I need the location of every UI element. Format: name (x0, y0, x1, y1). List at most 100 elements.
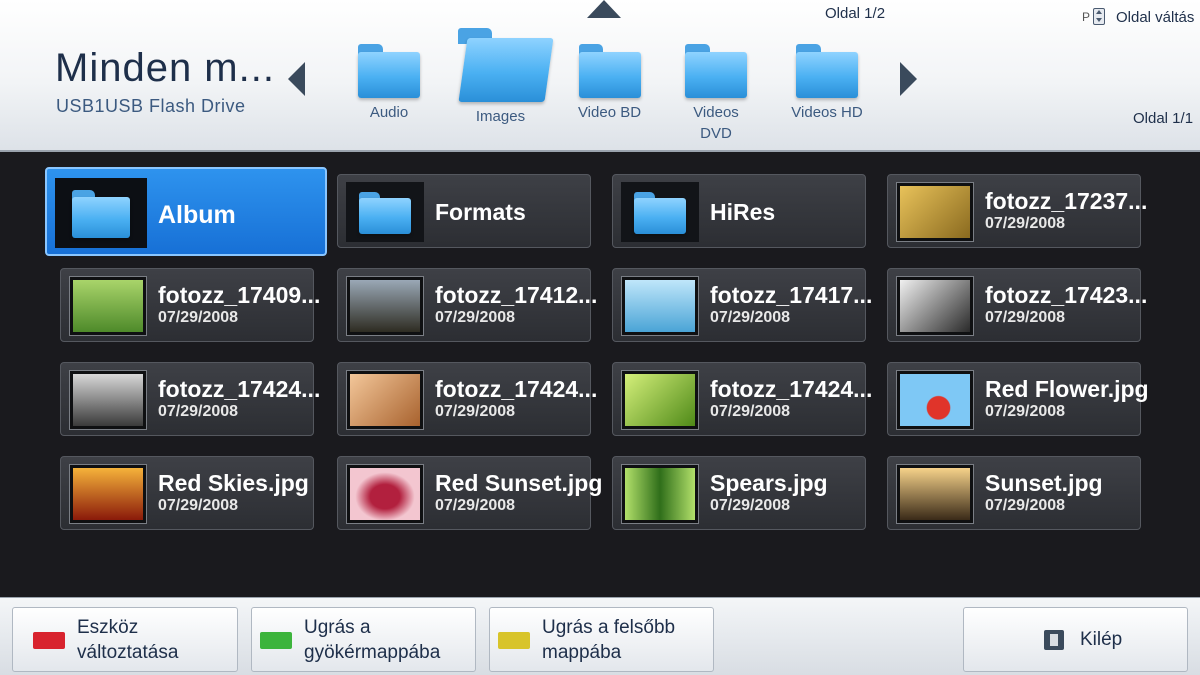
folder-open-icon (457, 28, 554, 102)
image-thumbnail (621, 370, 699, 430)
image-thumbnail (346, 276, 424, 336)
page-indicator-right: Oldal 1/1 (1133, 110, 1194, 127)
item-name: HiRes (710, 199, 776, 225)
category-label: Videos HD (791, 104, 863, 121)
green-key-icon (260, 632, 292, 649)
page-key-icon (1093, 8, 1105, 25)
item-date: 07/29/2008 (158, 497, 239, 514)
button-label: Ugrás a felsőbb mappába (542, 616, 676, 663)
category-videos-dvd[interactable]: Videos DVD (680, 44, 752, 144)
grid-item-image[interactable]: fotozz_17423... 07/29/2008 (887, 268, 1147, 342)
image-thumbnail (621, 464, 699, 524)
item-date: 07/29/2008 (985, 309, 1066, 326)
page-key-label: P (1082, 10, 1091, 24)
page-title: Minden m... (55, 46, 275, 90)
item-date: 07/29/2008 (985, 497, 1066, 514)
image-thumbnail (896, 464, 974, 524)
item-name: fotozz_17424... (158, 376, 321, 402)
button-label: Eszköz változtatása (77, 616, 179, 663)
grid-item-image[interactable]: Red Flower.jpg 07/29/2008 (887, 362, 1149, 436)
button-label: Ugrás a gyökérmappába (304, 616, 441, 663)
header-bar: Minden m... USB1USB Flash Drive Oldal 1/… (0, 0, 1200, 152)
item-name: Red Flower.jpg (985, 376, 1149, 402)
item-date: 07/29/2008 (985, 215, 1066, 232)
image-thumbnail (896, 276, 974, 336)
grid-item-image[interactable]: Spears.jpg 07/29/2008 (612, 456, 866, 530)
nav-left-arrow-icon[interactable] (288, 62, 305, 96)
item-name: fotozz_17424... (435, 376, 598, 402)
yellow-key-icon (498, 632, 530, 649)
file-grid: Album Formats HiRes fotozz_17237... 07/2… (0, 152, 1200, 597)
image-thumbnail (346, 464, 424, 524)
category-video-bd[interactable]: Video BD (572, 44, 647, 123)
folder-icon (634, 192, 686, 234)
image-thumbnail (621, 276, 699, 336)
item-date: 07/29/2008 (158, 403, 239, 420)
grid-item-image[interactable]: fotozz_17424... 07/29/2008 (337, 362, 597, 436)
button-label: Kilép (1080, 629, 1123, 650)
category-label: Audio (369, 104, 409, 121)
folder-icon (72, 190, 130, 238)
device-subtitle: USB1USB Flash Drive (56, 96, 246, 116)
page-indicator-top: Oldal 1/2 (825, 5, 886, 22)
item-name: fotozz_17412... (435, 282, 598, 308)
item-name: Album (158, 201, 236, 229)
footer-bar: Eszköz változtatása Ugrás a gyökérmappáb… (0, 597, 1200, 675)
grid-item-image[interactable]: fotozz_17417... 07/29/2008 (612, 268, 872, 342)
red-key-icon (33, 632, 65, 649)
nav-right-arrow-icon[interactable] (900, 62, 917, 96)
category-label: Video BD (577, 104, 642, 121)
grid-item-image[interactable]: fotozz_17412... 07/29/2008 (337, 268, 597, 342)
category-audio[interactable]: Audio (353, 44, 425, 123)
folder-icon (796, 44, 858, 98)
item-name: fotozz_17237... (985, 188, 1148, 214)
image-thumbnail (896, 370, 974, 430)
scroll-up-arrow-icon[interactable] (587, 0, 621, 18)
grid-item-image[interactable]: Red Skies.jpg 07/29/2008 (60, 456, 314, 530)
go-up-folder-button[interactable]: Ugrás a felsőbb mappába (489, 607, 714, 672)
category-videos-hd[interactable]: Videos HD (788, 44, 866, 123)
grid-item-image[interactable]: fotozz_17424... 07/29/2008 (60, 362, 320, 436)
item-name: fotozz_17417... (710, 282, 873, 308)
category-label: Videos DVD (693, 104, 739, 142)
item-name: fotozz_17423... (985, 282, 1148, 308)
grid-item-image[interactable]: Red Sunset.jpg 07/29/2008 (337, 456, 602, 530)
item-date: 07/29/2008 (985, 403, 1066, 420)
grid-item-folder[interactable]: Formats (337, 174, 591, 248)
image-thumbnail (69, 370, 147, 430)
item-date: 07/29/2008 (710, 403, 791, 420)
item-name: Spears.jpg (710, 470, 828, 496)
item-name: Formats (435, 199, 526, 225)
image-thumbnail (896, 182, 974, 242)
folder-icon (358, 44, 420, 98)
item-date: 07/29/2008 (158, 309, 239, 326)
item-date: 07/29/2008 (435, 309, 516, 326)
folder-icon (685, 44, 747, 98)
image-thumbnail (346, 370, 424, 430)
item-name: fotozz_17424... (710, 376, 873, 402)
grid-item-image[interactable]: fotozz_17237... 07/29/2008 (887, 174, 1147, 248)
change-device-button[interactable]: Eszköz változtatása (12, 607, 238, 672)
image-thumbnail (69, 276, 147, 336)
page-change-label: Oldal váltás (1116, 9, 1195, 26)
item-date: 07/29/2008 (710, 497, 791, 514)
item-date: 07/29/2008 (710, 309, 791, 326)
go-to-root-button[interactable]: Ugrás a gyökérmappába (251, 607, 476, 672)
item-name: Red Sunset.jpg (435, 470, 603, 496)
folder-icon (359, 192, 411, 234)
category-images[interactable]: Images (453, 28, 554, 127)
item-date: 07/29/2008 (435, 403, 516, 420)
grid-item-folder[interactable]: HiRes (612, 174, 866, 248)
exit-button[interactable]: Kilép (963, 607, 1188, 672)
grid-item-image[interactable]: fotozz_17409... 07/29/2008 (60, 268, 320, 342)
folder-icon (578, 44, 641, 98)
item-name: Sunset.jpg (985, 470, 1103, 496)
category-label: Images (475, 108, 526, 125)
item-name: fotozz_17409... (158, 282, 321, 308)
grid-item-image[interactable]: fotozz_17424... 07/29/2008 (612, 362, 872, 436)
image-thumbnail (69, 464, 147, 524)
grid-item-folder[interactable]: Album (45, 167, 327, 256)
grid-item-image[interactable]: Sunset.jpg 07/29/2008 (887, 456, 1141, 530)
item-date: 07/29/2008 (435, 497, 516, 514)
exit-icon (1044, 630, 1064, 650)
